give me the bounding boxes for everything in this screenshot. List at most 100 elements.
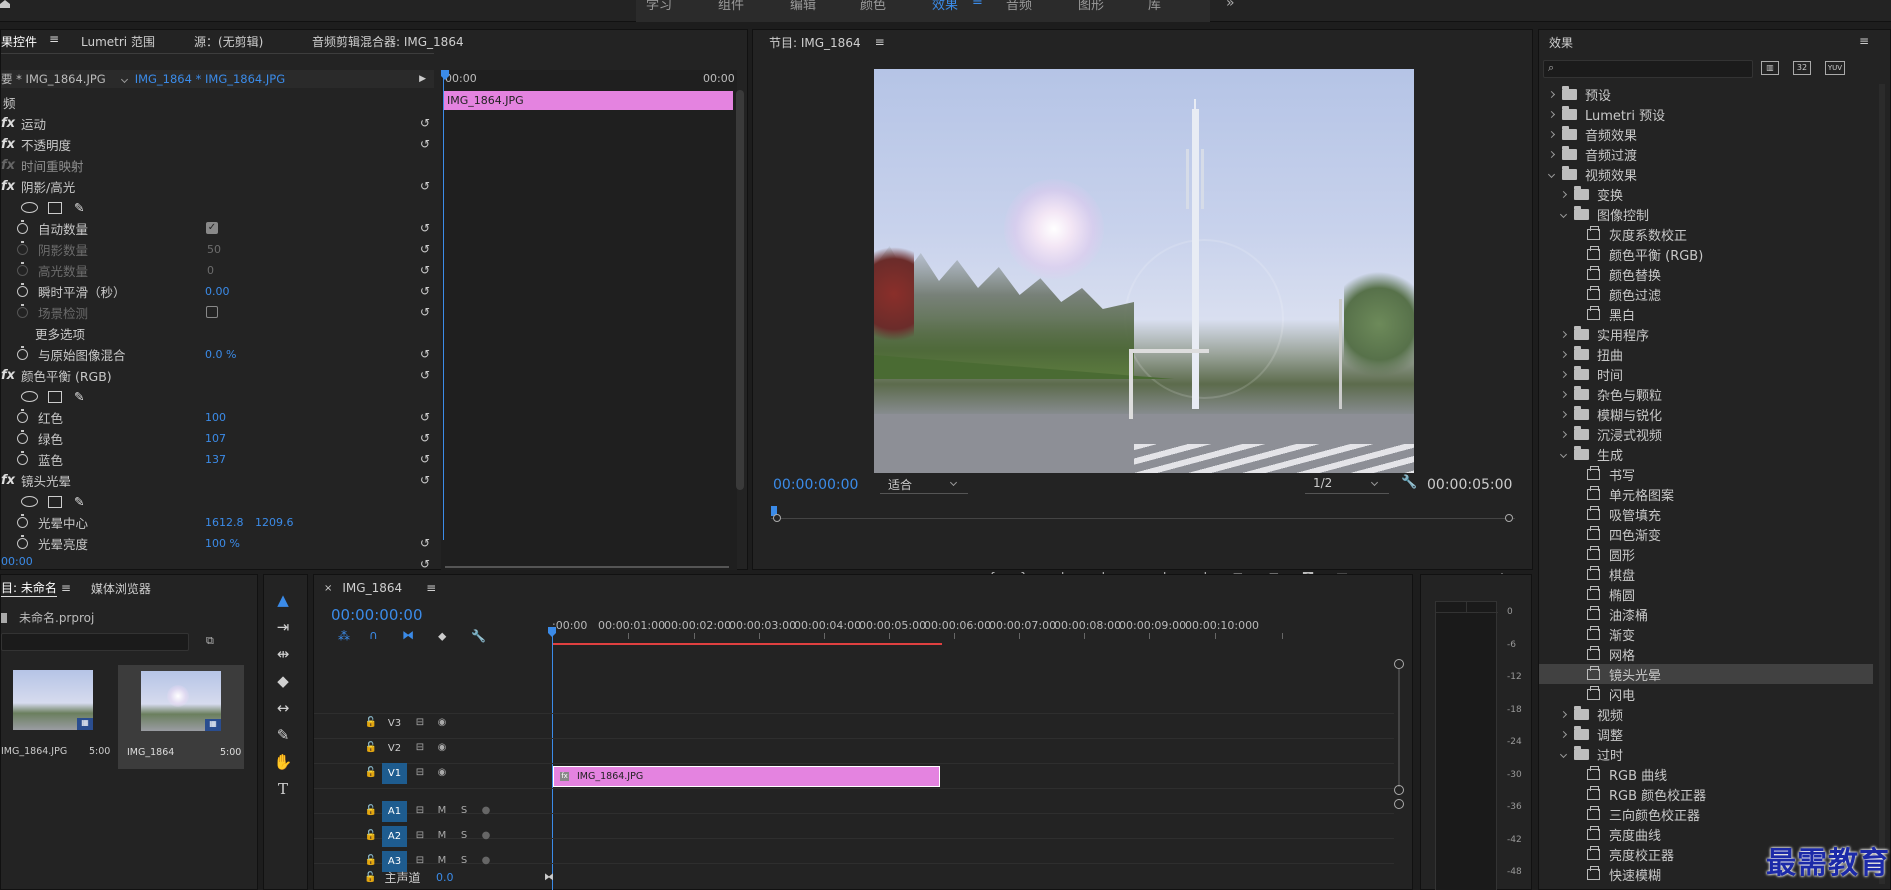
pen-mask-icon[interactable]: ✎ bbox=[74, 494, 84, 509]
red-value[interactable]: 100 bbox=[205, 411, 226, 424]
pen-mask-icon[interactable]: ✎ bbox=[74, 200, 84, 215]
chevron-right-icon[interactable] bbox=[1547, 150, 1556, 158]
tab-project[interactable]: 目: 未命名 bbox=[1, 579, 57, 597]
prop-blue[interactable]: 蓝色 bbox=[38, 450, 63, 469]
fx-icon[interactable]: fx bbox=[1, 473, 21, 488]
fx-icon[interactable]: fx bbox=[1, 137, 21, 152]
32bit-effects-icon[interactable]: 32 bbox=[1793, 61, 1811, 75]
prop-flare-center[interactable]: 光晕中心 bbox=[38, 513, 88, 532]
chevron-right-icon[interactable] bbox=[1559, 730, 1568, 738]
new-bin-icon[interactable]: ⧉ bbox=[206, 634, 214, 648]
effects-item[interactable]: 油漆桶 bbox=[1539, 604, 1873, 624]
reset-icon[interactable]: ↺ bbox=[420, 410, 430, 424]
auto-amount-checkbox[interactable]: ✓ bbox=[206, 222, 218, 234]
ws-tab-assembly[interactable]: 组件 bbox=[718, 0, 744, 13]
ws-more-icon[interactable]: » bbox=[1226, 0, 1235, 11]
effects-folder[interactable]: Lumetri 预设 bbox=[1539, 104, 1873, 124]
mute-button[interactable]: M bbox=[433, 852, 451, 870]
chevron-right-icon[interactable] bbox=[1547, 110, 1556, 118]
track-label[interactable]: V2 bbox=[382, 738, 407, 759]
track-header-a2[interactable]: 🔓 A2 ⊟ M S ● bbox=[362, 824, 495, 848]
blend-value[interactable]: 0.0 % bbox=[205, 348, 236, 361]
flare-brightness-value[interactable]: 100 % bbox=[205, 537, 240, 550]
fx-icon[interactable]: fx bbox=[1, 368, 21, 383]
effects-item[interactable]: RGB 曲线 bbox=[1539, 764, 1873, 784]
mute-button[interactable]: M bbox=[433, 802, 451, 820]
ws-tab-library[interactable]: 库 bbox=[1148, 0, 1161, 13]
effects-folder[interactable]: 预设 bbox=[1539, 84, 1873, 104]
home-icon[interactable] bbox=[0, 0, 10, 8]
effects-folder[interactable]: 时间 bbox=[1539, 364, 1873, 384]
timeline-timecode[interactable]: 00:00:00:00 bbox=[331, 606, 423, 624]
effects-item[interactable]: 颜色过滤 bbox=[1539, 284, 1873, 304]
sync-lock-icon[interactable]: ⊟ bbox=[411, 802, 429, 820]
lock-icon[interactable]: 🔓 bbox=[362, 739, 380, 757]
work-area-bar[interactable] bbox=[552, 643, 942, 645]
effects-search-input[interactable]: ⌕ bbox=[1543, 60, 1753, 78]
sync-lock-icon[interactable]: ⊟ bbox=[411, 739, 429, 757]
reset-icon[interactable]: ↺ bbox=[420, 347, 430, 361]
nest-icon[interactable]: ⁂ bbox=[338, 629, 350, 643]
track-header-v1[interactable]: 🔓 V1 ⊟ ◉ bbox=[362, 761, 451, 785]
chevron-down-icon[interactable] bbox=[1547, 170, 1556, 178]
ec-scrollbar[interactable] bbox=[736, 90, 744, 490]
ws-tab-learn[interactable]: 学习 bbox=[646, 0, 672, 13]
ec-footer-timecode[interactable]: 00:00 bbox=[1, 555, 33, 568]
program-video-frame[interactable] bbox=[874, 69, 1414, 473]
effects-item[interactable]: 书写 bbox=[1539, 464, 1873, 484]
prop-red[interactable]: 红色 bbox=[38, 408, 63, 427]
chevron-down-icon[interactable] bbox=[1559, 210, 1568, 218]
razor-tool-icon[interactable]: ◆ bbox=[272, 672, 294, 694]
mute-button[interactable]: M bbox=[433, 827, 451, 845]
ripple-edit-tool-icon[interactable]: ⇹ bbox=[272, 645, 294, 667]
ellipse-mask-icon[interactable] bbox=[21, 391, 38, 402]
stopwatch-icon[interactable] bbox=[17, 535, 28, 549]
slip-tool-icon[interactable]: ↔ bbox=[272, 699, 294, 721]
chevron-right-icon[interactable] bbox=[1547, 90, 1556, 98]
effects-item[interactable]: 椭圆 bbox=[1539, 584, 1873, 604]
ellipse-mask-icon[interactable] bbox=[21, 496, 38, 507]
reset-icon[interactable]: ↺ bbox=[420, 242, 430, 256]
effects-item[interactable]: 圆形 bbox=[1539, 544, 1873, 564]
effects-folder[interactable]: 音频效果 bbox=[1539, 124, 1873, 144]
chevron-right-icon[interactable] bbox=[1559, 390, 1568, 398]
program-title[interactable]: 节目: IMG_1864 bbox=[769, 34, 861, 51]
tab-lumetri-scopes[interactable]: Lumetri 范围 bbox=[81, 33, 155, 50]
effects-item[interactable]: 三向颜色校正器 bbox=[1539, 804, 1873, 824]
ws-tab-graphics[interactable]: 图形 bbox=[1078, 0, 1104, 13]
yuv-effects-icon[interactable]: YUV bbox=[1825, 61, 1845, 75]
resolution-dropdown[interactable]: 1/2 bbox=[1305, 476, 1389, 494]
effects-item[interactable]: 吸管填充 bbox=[1539, 504, 1873, 524]
chevron-down-icon[interactable] bbox=[1559, 450, 1568, 458]
linked-selection-icon[interactable]: ⧓ bbox=[402, 628, 414, 642]
reset-icon[interactable]: ↺ bbox=[420, 221, 430, 235]
prop-color-balance[interactable]: 颜色平衡 (RGB) bbox=[21, 366, 112, 385]
ec-playhead[interactable] bbox=[443, 70, 444, 540]
effects-item[interactable]: 四色渐变 bbox=[1539, 524, 1873, 544]
accelerated-effects-icon[interactable]: ▥ bbox=[1761, 61, 1779, 75]
tab-source[interactable]: 源：(无剪辑) bbox=[194, 33, 263, 50]
reset-icon[interactable]: ↺ bbox=[420, 137, 430, 151]
program-timecode[interactable]: 00:00:00:00 bbox=[773, 477, 858, 493]
stopwatch-icon[interactable] bbox=[17, 514, 28, 528]
effects-item[interactable]: 棋盘 bbox=[1539, 564, 1873, 584]
chevron-right-icon[interactable] bbox=[1547, 130, 1556, 138]
effects-folder[interactable]: 变换 bbox=[1539, 184, 1873, 204]
reset-icon[interactable]: ↺ bbox=[420, 557, 430, 571]
track-label[interactable]: V3 bbox=[382, 713, 407, 734]
prop-auto-amount[interactable]: 自动数量 bbox=[38, 219, 88, 238]
chevron-right-icon[interactable] bbox=[1559, 710, 1568, 718]
panel-menu-icon[interactable]: ≡ bbox=[875, 35, 885, 49]
mic-icon[interactable]: ● bbox=[477, 852, 495, 870]
fx-icon[interactable]: fx bbox=[1, 179, 21, 194]
ws-tab-color[interactable]: 颜色 bbox=[860, 0, 886, 13]
ec-zoom-scroll[interactable] bbox=[445, 566, 729, 568]
chevron-down-icon[interactable] bbox=[1559, 750, 1568, 758]
tab-audio-clip-mixer[interactable]: 音频剪辑混合器: IMG_1864 bbox=[312, 33, 464, 50]
reset-icon[interactable]: ↺ bbox=[420, 284, 430, 298]
project-search-input[interactable] bbox=[1, 633, 189, 651]
solo-button[interactable]: S bbox=[455, 852, 473, 870]
wrench-icon[interactable]: 🔧 bbox=[1401, 475, 1417, 490]
ws-menu-icon[interactable]: ≡ bbox=[972, 0, 983, 9]
solo-button[interactable]: S bbox=[455, 827, 473, 845]
